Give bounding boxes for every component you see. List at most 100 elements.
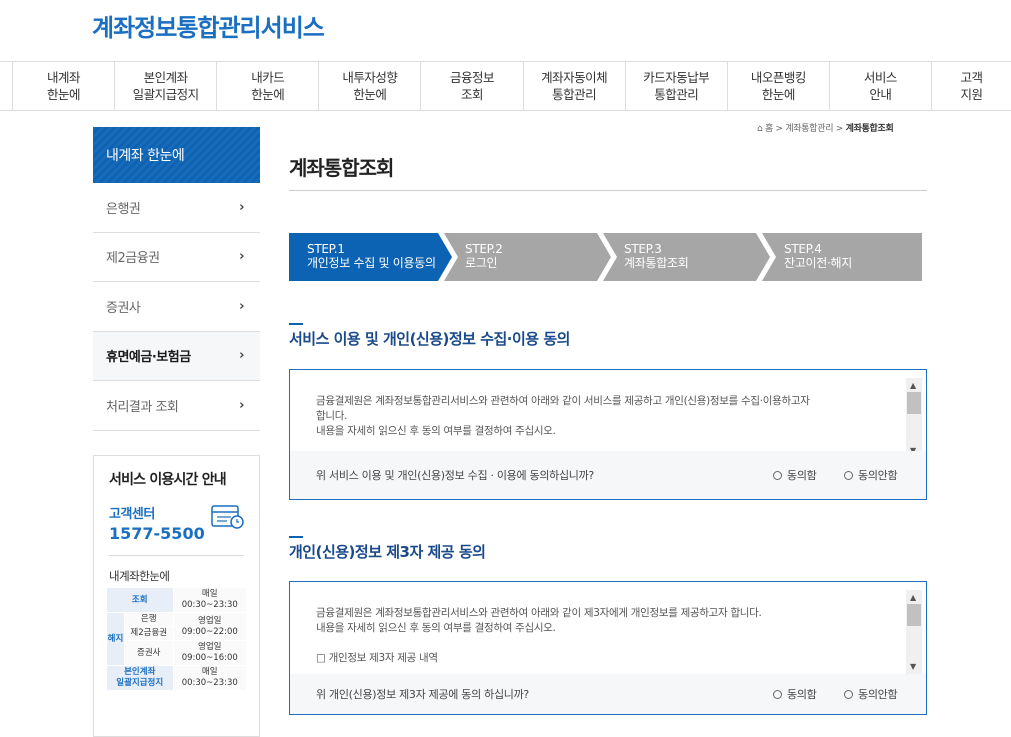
scroll-thumb[interactable] [907, 392, 921, 414]
side-nav: 내계좌 한눈에 은행권 › 제2금융권 › 증권사 › 휴면예금·보험금 › 처리결과 … [93, 127, 260, 431]
breadcrumb-home[interactable]: 홈 [765, 124, 773, 134]
section-bar [289, 536, 303, 538]
step-4: STEP.4 잔고이전·해지 [766, 233, 852, 281]
global-nav: 내계좌 한눈에 본인계좌 일괄지급정지 내카드 한눈에 내투자성향 한눈에 금융… [0, 61, 1011, 111]
step-number: STEP.1 [307, 242, 345, 256]
side-nav-item-results[interactable]: 처리결과 조회 › [93, 381, 260, 431]
consent-text-line: 금융결제원은 계좌정보통합관리서비스와 관련하여 아래와 같이 서비스를 제공하… [316, 395, 810, 407]
step-name: 개인정보 수집 및 이용동의 [307, 256, 436, 270]
scroll-up-icon[interactable]: ▲ [910, 378, 916, 393]
service-time-table: 조회 매일 00:30~23:30 해지 은행 영업일 09:00~22:00 제2금… [106, 587, 247, 691]
consent-text-2[interactable]: 금융결제원은 계좌정보통합관리서비스와 관련하여 아래와 같이 제3자에게 개인… [290, 590, 922, 676]
side-nav-item-label: 휴면예금·보험금 [106, 350, 191, 366]
radio-label: 동의함 [787, 688, 817, 701]
service-time-box: 서비스 이용시간 안내 고객센터 1577-5500 내계좌한눈에 조회 매일 0… [93, 455, 260, 737]
gnb-item-service-guide[interactable]: 서비스 안내 [828, 62, 931, 110]
scrollbar[interactable]: ▲▼ [906, 378, 922, 460]
side-nav-item-label: 은행권 [106, 201, 141, 217]
table-cell: 조회 [106, 587, 174, 613]
consent-text-line: 내용을 자세히 읽으신 후 동의 여부를 결정하여 주십시오. [316, 622, 556, 634]
breadcrumb-item[interactable]: 계좌통합관리 [785, 124, 833, 134]
site-logo[interactable]: 계좌정보통합관리서비스 [92, 8, 325, 43]
chevron-right-icon: › [239, 348, 244, 364]
consent-text-line: □ 개인정보 제3자 제공 내역 [316, 652, 438, 664]
scroll-down-icon[interactable]: ▼ [910, 659, 916, 674]
radio-circle[interactable] [773, 689, 782, 699]
section-title-third-party: 개인(신용)정보 제3자 제공 동의 [289, 543, 486, 561]
step-number: STEP.4 [784, 242, 822, 256]
side-nav-item-label: 처리결과 조회 [106, 399, 179, 415]
step-indicator: STEP.1 개인정보 수집 및 이용동의 STEP.2 로그인 STEP.3 계좌통… [289, 233, 922, 281]
table-cell: 매일 00:30~23:30 [172, 587, 247, 613]
consent-question-row: 위 서비스 이용 및 개인(신용)정보 수집 · 이용에 동의하십니까? 동의함… [290, 451, 926, 499]
chevron-right-icon: › [239, 298, 244, 314]
page-title: 계좌통합조회 [289, 156, 394, 180]
side-nav-title: 내계좌 한눈에 [93, 127, 260, 183]
gnb-item-investment[interactable]: 내투자성향 한눈에 [318, 62, 420, 110]
disagree-radio-2[interactable]: 동의안함 [844, 686, 898, 702]
consent-question: 위 개인(신용)정보 제3자 제공에 동의 하십니까? [316, 688, 529, 701]
step-name: 계좌통합조회 [624, 256, 689, 270]
divider [109, 555, 244, 556]
table-cell: 영업일 09:00~16:00 [172, 640, 247, 666]
gnb-item-my-card[interactable]: 내카드 한눈에 [216, 62, 318, 110]
radio-circle[interactable] [773, 470, 782, 480]
consent-question-row: 위 개인(신용)정보 제3자 제공에 동의 하십니까? 동의함 동의안함 [290, 674, 926, 714]
radio-circle[interactable] [844, 689, 853, 699]
step-number: STEP.3 [624, 242, 662, 256]
table-cell: 매일 00:30~23:30 [172, 665, 247, 691]
gnb-item-auto-transfer[interactable]: 계좌자동이체 통합관리 [522, 62, 625, 110]
radio-label: 동의함 [787, 469, 817, 482]
gnb-item-my-account[interactable]: 내계좌 한눈에 [12, 62, 114, 110]
side-nav-item-label: 제2금융권 [106, 251, 160, 267]
radio-label: 동의안함 [858, 688, 898, 701]
consent-text-1[interactable]: 금융결제원은 계좌정보통합관리서비스와 관련하여 아래와 같이 서비스를 제공하… [290, 378, 922, 460]
gnb-item-finance-info[interactable]: 금융정보 조회 [420, 62, 522, 110]
table-cell: 은행 [124, 612, 174, 627]
radio-circle[interactable] [844, 470, 853, 480]
consent-text-line: 합니다. [316, 410, 348, 422]
chevron-right-icon: › [239, 199, 244, 215]
table-cell: 본인계좌 일괄지급정지 [106, 665, 174, 691]
gnb-item-support[interactable]: 고객 지원 [930, 62, 1011, 110]
step-name: 잔고이전·해지 [784, 256, 852, 270]
gnb-item-card-autopay[interactable]: 카드자동납부 통합관리 [624, 62, 727, 110]
side-nav-item-securities[interactable]: 증권사 › [93, 282, 260, 332]
consent-question: 위 서비스 이용 및 개인(신용)정보 수집 · 이용에 동의하십니까? [316, 469, 594, 482]
gnb-spacer [0, 62, 12, 110]
scroll-thumb[interactable] [907, 604, 921, 626]
section-bar [289, 323, 303, 325]
scrollbar[interactable]: ▲▼ [906, 590, 922, 676]
scroll-up-icon[interactable]: ▲ [910, 590, 916, 605]
breadcrumb: ⌂ 홈 > 계좌통합관리 > 계좌통합조회 [757, 124, 894, 134]
table-cell: 해지 [106, 612, 125, 666]
step-number: STEP.2 [465, 242, 503, 256]
chevron-right-icon: › [239, 249, 244, 265]
table-cell: 증권사 [124, 640, 174, 666]
calendar-clock-icon [211, 505, 244, 529]
disagree-radio-1[interactable]: 동의안함 [844, 467, 898, 483]
breadcrumb-current: 계좌통합조회 [845, 124, 894, 134]
consent-text-line: 금융결제원은 계좌정보통합관리서비스와 관련하여 아래와 같이 제3자에게 개인… [316, 607, 762, 619]
agree-radio-1[interactable]: 동의함 [773, 467, 817, 483]
agree-radio-2[interactable]: 동의함 [773, 686, 817, 702]
step-2: STEP.2 로그인 [447, 233, 503, 281]
gnb-item-payment-stop[interactable]: 본인계좌 일괄지급정지 [114, 62, 216, 110]
divider [289, 190, 927, 191]
step-1: STEP.1 개인정보 수집 및 이용동의 [289, 233, 436, 281]
service-time-subtitle: 내계좌한눈에 [109, 569, 170, 583]
side-nav-item-bank[interactable]: 은행권 › [93, 183, 260, 233]
step-name: 로그인 [465, 256, 498, 270]
consent-text-line: 내용을 자세히 읽으신 후 동의 여부를 결정하여 주십시오. [316, 425, 556, 437]
gnb-item-open-banking[interactable]: 내오픈뱅킹 한눈에 [726, 62, 829, 110]
side-nav-item-second-finance[interactable]: 제2금융권 › [93, 233, 260, 282]
side-nav-item-label: 증권사 [106, 300, 141, 316]
side-nav-item-dormant[interactable]: 휴면예금·보험금 › [93, 331, 260, 381]
table-cell: 영업일 09:00~22:00 [172, 612, 247, 641]
table-cell: 제2금융권 [124, 626, 174, 641]
consent-box-1: 금융결제원은 계좌정보통합관리서비스와 관련하여 아래와 같이 서비스를 제공하… [289, 369, 927, 500]
consent-box-2: 금융결제원은 계좌정보통합관리서비스와 관련하여 아래와 같이 제3자에게 개인… [289, 581, 927, 715]
home-icon[interactable]: ⌂ [757, 124, 763, 134]
chevron-right-icon: › [239, 397, 244, 413]
section-title-consent: 서비스 이용 및 개인(신용)정보 수집·이용 동의 [289, 330, 570, 348]
